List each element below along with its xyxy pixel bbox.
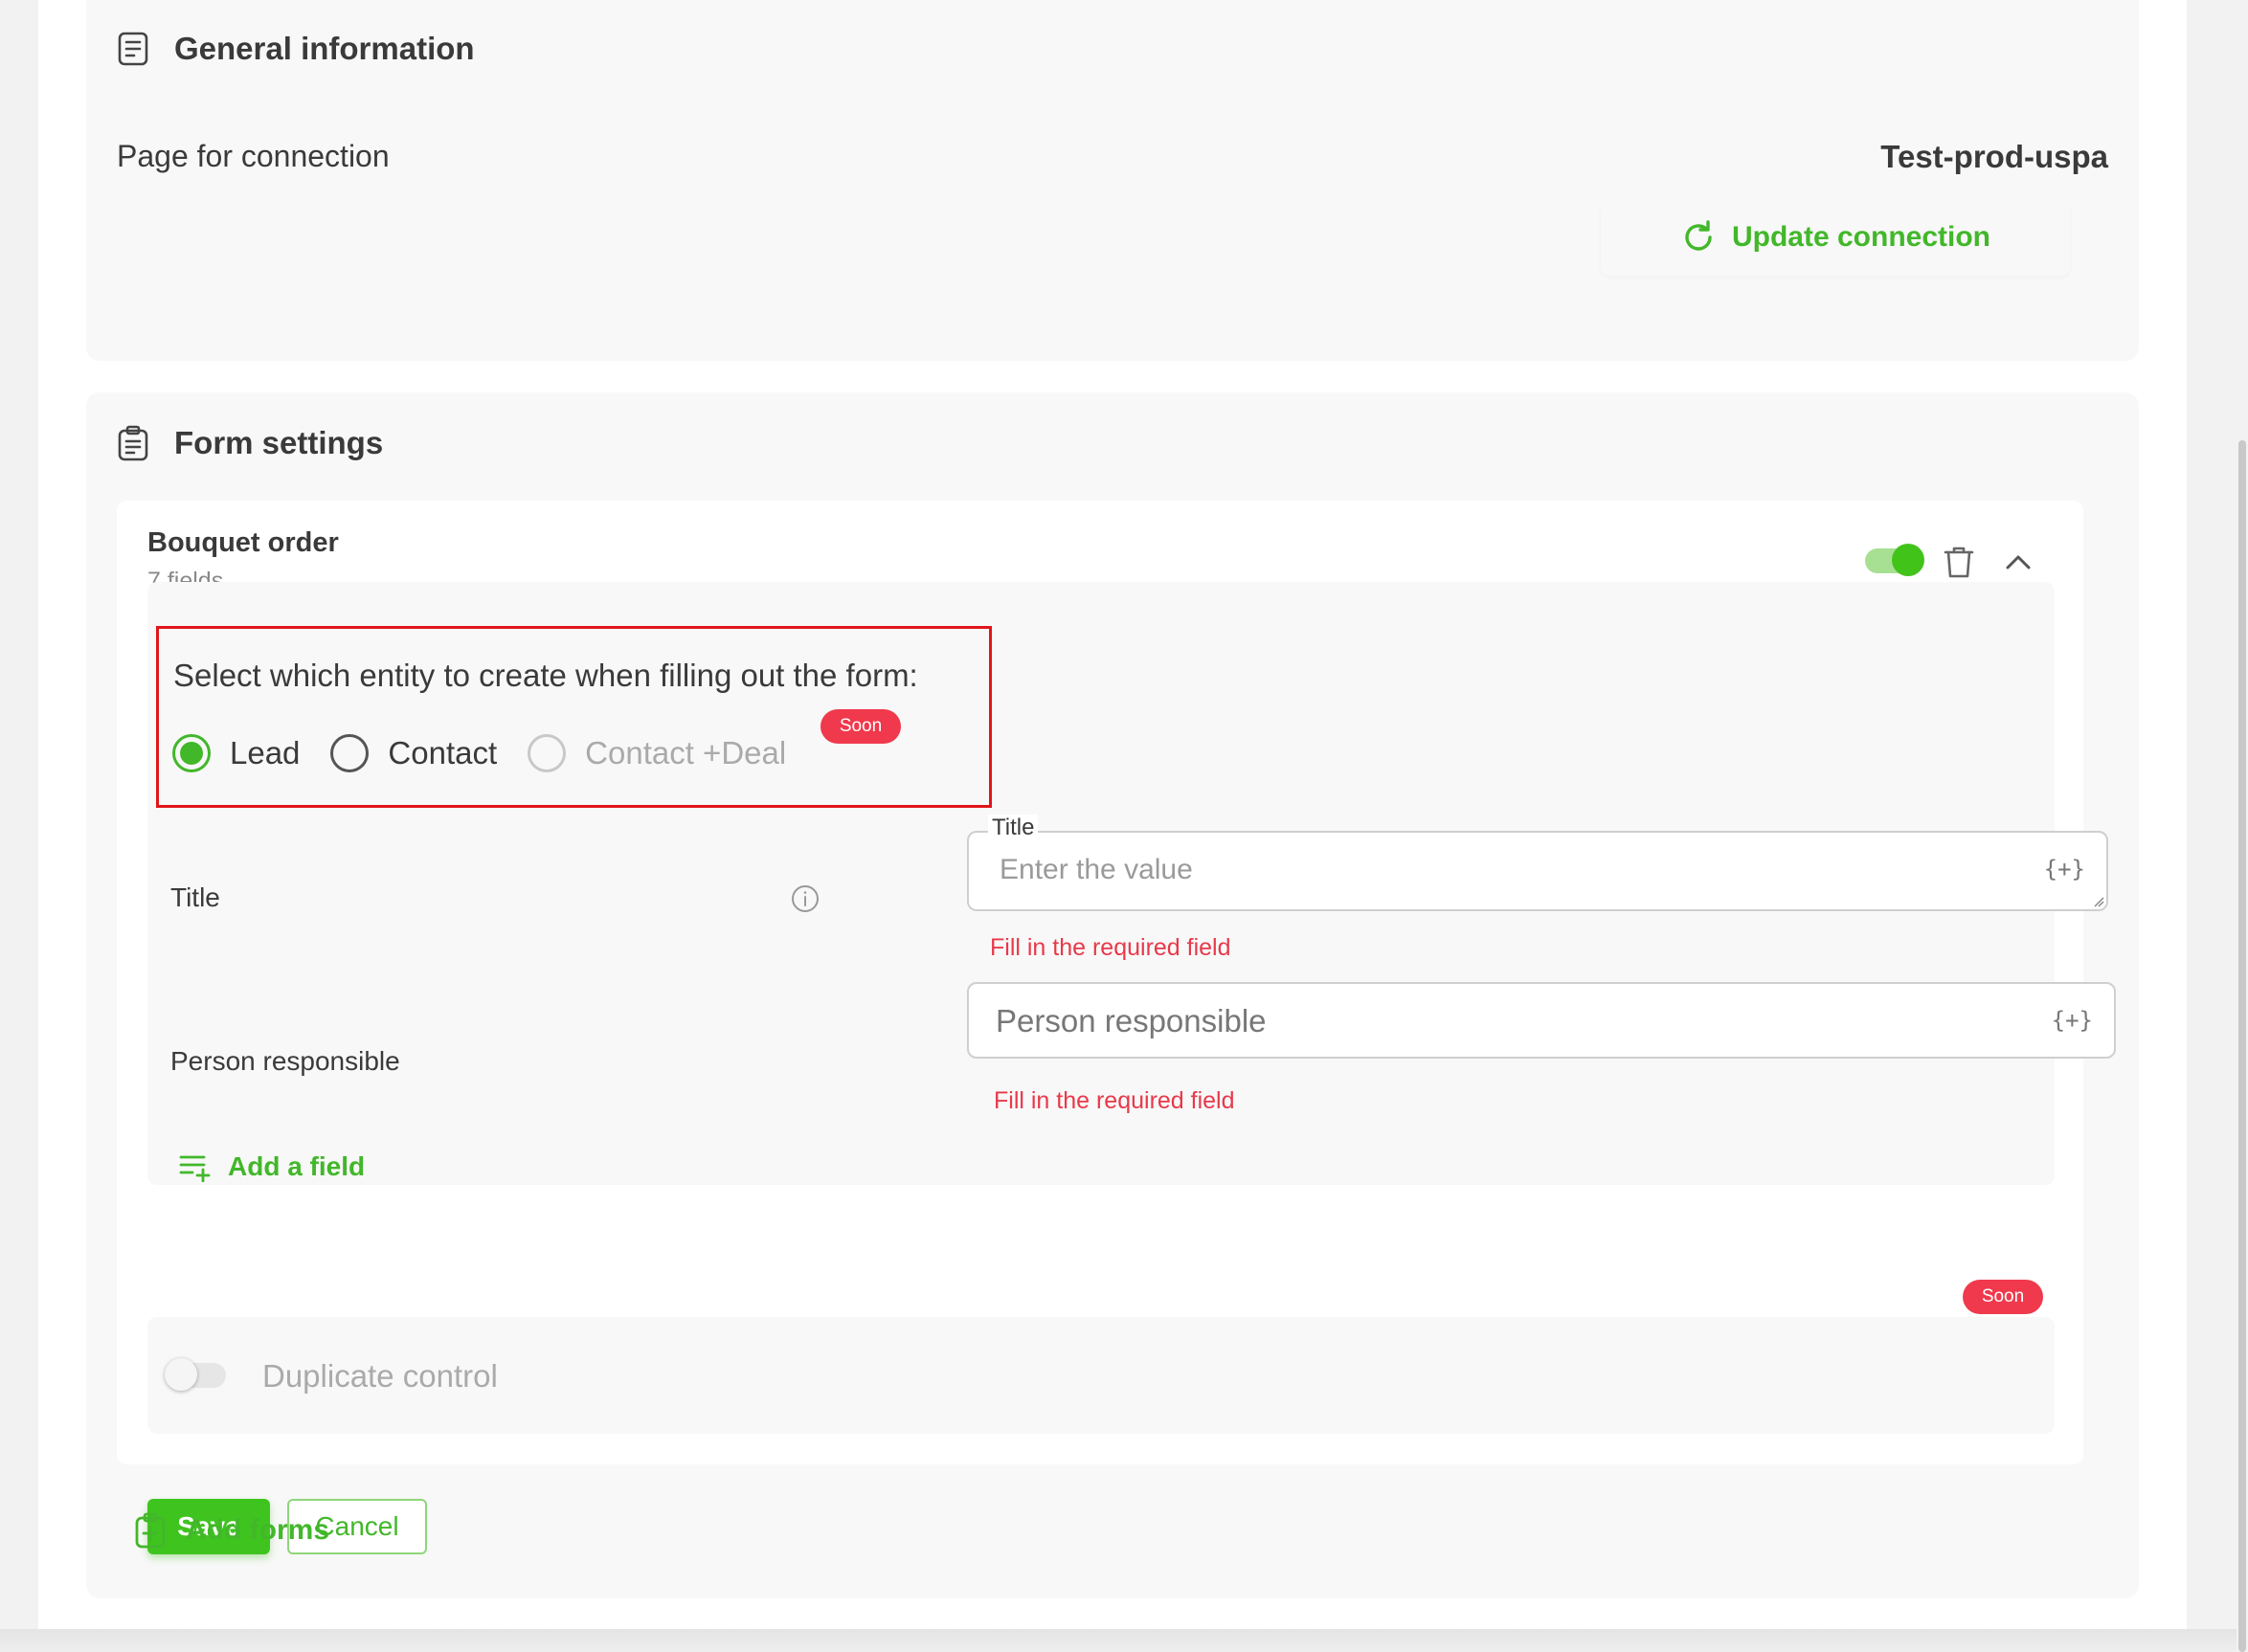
list-add-icon: [179, 1155, 211, 1182]
form-enabled-toggle[interactable]: [1865, 544, 1924, 576]
add-field-button[interactable]: Add a field: [178, 1151, 365, 1182]
resize-grip-icon[interactable]: [2093, 896, 2104, 907]
refresh-icon: [1685, 220, 1712, 251]
entity-option-contact-label: Contact: [388, 735, 498, 770]
entity-option-lead-label: Lead: [230, 735, 301, 770]
info-icon[interactable]: [790, 883, 821, 914]
person-responsible-input[interactable]: Person responsible {+}: [967, 982, 2116, 1059]
clipboard-icon: [118, 425, 148, 461]
connection-value: Test-prod-uspa: [1880, 139, 2108, 174]
page: General information Page for connection …: [38, 0, 2187, 1629]
scrollbar[interactable]: [2237, 0, 2248, 1652]
form-item: Bouquet order 7 fields Select which enti…: [117, 501, 2116, 1554]
entity-option-contact-deal: Contact +Deal: [528, 734, 786, 772]
scrollbar-thumb[interactable]: [2238, 440, 2246, 1652]
entity-selection-highlight: Select which entity to create when filli…: [156, 626, 992, 808]
insert-variable-icon[interactable]: {+}: [2044, 856, 2085, 882]
general-information-header: General information: [117, 31, 475, 67]
form-settings-header: Form settings: [117, 425, 383, 461]
entity-option-lead[interactable]: Lead: [172, 734, 300, 772]
update-connection-label: Update connection: [1731, 221, 1990, 253]
general-information-card: General information Page for connection …: [86, 0, 2139, 361]
form-settings-title: Form settings: [174, 425, 384, 460]
form-name: Bouquet order: [147, 527, 339, 558]
form-settings-card: Form settings Bouquet order 7 fields Sel…: [86, 392, 2139, 1598]
chevron-up-icon: [2006, 555, 2031, 569]
person-input-placeholder: Person responsible: [996, 1003, 1267, 1038]
trash-icon: [1944, 547, 1974, 578]
document-icon: [118, 32, 148, 66]
soon-badge: Soon: [821, 709, 901, 744]
bottom-shade: [0, 1629, 2237, 1652]
radio-contact[interactable]: [330, 734, 370, 772]
duplicate-control-toggle: [165, 1358, 226, 1391]
add-field-label: Add a field: [228, 1151, 366, 1181]
general-information-title: General information: [174, 31, 475, 66]
title-field-label: Title: [170, 882, 220, 912]
entity-radio-group: Lead Contact Contact +Deal: [172, 734, 817, 772]
update-connection-button[interactable]: Update connection: [1601, 199, 2070, 276]
person-error: Fill in the required field: [994, 1087, 1235, 1114]
duplicate-control-label: Duplicate control: [262, 1358, 498, 1394]
add-forms-button[interactable]: Add forms: [134, 1512, 329, 1549]
radio-lead[interactable]: [172, 734, 211, 772]
duplicate-control-panel: Duplicate control: [147, 1317, 2055, 1434]
title-input[interactable]: Title Enter the value {+}: [967, 815, 2108, 911]
entity-question: Select which entity to create when filli…: [173, 658, 918, 693]
radio-contact-deal: [528, 734, 567, 772]
clipboard-add-icon: [135, 1512, 166, 1549]
toggle-knob: [1892, 544, 1924, 576]
duplicate-soon-badge: Soon: [1963, 1280, 2043, 1314]
title-floating-label: Title: [988, 815, 1039, 841]
collapse-form-button[interactable]: [1999, 543, 2037, 581]
entity-option-contact-deal-label: Contact +Deal: [585, 735, 787, 770]
entity-option-contact[interactable]: Contact: [330, 734, 497, 772]
connection-label: Page for connection: [117, 139, 390, 173]
delete-form-button[interactable]: [1940, 543, 1978, 581]
toggle-knob: [165, 1358, 197, 1391]
title-input-placeholder: Enter the value: [1000, 854, 1193, 885]
add-forms-label: Add forms: [186, 1514, 329, 1546]
title-error: Fill in the required field: [990, 934, 1231, 961]
insert-variable-icon[interactable]: {+}: [2052, 1007, 2093, 1034]
person-field-label: Person responsible: [170, 1046, 400, 1076]
